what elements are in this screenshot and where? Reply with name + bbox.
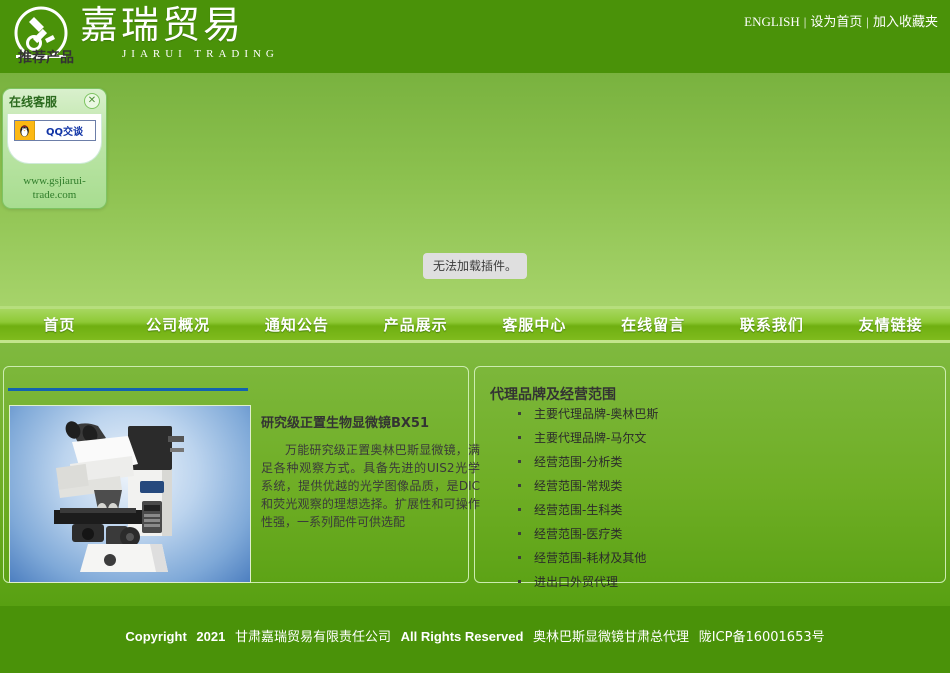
list-item[interactable]: 主要代理品牌-马尔文 (516, 426, 896, 450)
nav-item-home[interactable]: 首页 (0, 314, 119, 335)
widget-title: 在线客服 (9, 95, 58, 109)
list-item[interactable]: 经营范围-分析类 (516, 450, 896, 474)
footer-copyright: Copyright 2021 甘肃嘉瑞贸易有限责任公司 All Rights R… (0, 626, 950, 645)
brand-name-cn: 嘉瑞贸易 (80, 3, 245, 47)
link-separator-2: | (866, 14, 869, 29)
online-service-widget[interactable]: 在线客服 ✕ QQ交谈 www.gsjiarui- trade.com (2, 88, 107, 209)
footer-agency: 奥林巴斯显微镜甘肃总代理 (533, 630, 690, 645)
banner-area: 无法加载插件。 (0, 73, 950, 306)
brand-name-en: JIARUI TRADING (122, 48, 279, 60)
qq-chat-button[interactable]: QQ交谈 (13, 120, 96, 141)
nav-item-products[interactable]: 产品展示 (356, 314, 475, 335)
title-underline-bar (8, 388, 248, 391)
link-separator-1: | (803, 14, 807, 29)
brands-scope-title: 代理品牌及经营范围 (490, 387, 616, 403)
link-add-favorite[interactable]: 加入收藏夹 (873, 15, 938, 30)
top-links: ENGLISH | 设为首页 | 加入收藏夹 (744, 11, 938, 30)
list-item[interactable]: 经营范围-生科类 (516, 498, 896, 522)
nav-item-contact[interactable]: 联系我们 (713, 314, 832, 335)
list-item[interactable]: 经营范围-医疗类 (516, 522, 896, 546)
nav-item-notice[interactable]: 通知公告 (238, 314, 357, 335)
nav-item-service[interactable]: 客服中心 (475, 314, 594, 335)
footer-year: 2021 (196, 629, 226, 644)
footer-rights: All Rights Reserved (400, 629, 524, 644)
product-name[interactable]: 研究级正置生物显微镜BX51 (261, 415, 480, 433)
widget-url-line-2: trade.com (32, 189, 77, 201)
list-item[interactable]: 主要代理品牌-奥林巴斯 (516, 402, 896, 426)
plugin-error-message: 无法加载插件。 (423, 253, 528, 279)
footer-company: 甘肃嘉瑞贸易有限责任公司 (234, 630, 391, 645)
site-header: 嘉瑞贸易 JIARUI TRADING ENGLISH | 设为首页 | 加入收藏夹 (0, 0, 950, 73)
page-root: 嘉瑞贸易 JIARUI TRADING ENGLISH | 设为首页 | 加入收藏夹 无… (0, 0, 950, 673)
footer-copyright-word: Copyright (125, 629, 187, 644)
site-footer: Copyright 2021 甘肃嘉瑞贸易有限责任公司 All Rights R… (0, 606, 950, 673)
widget-url-line-1: www.gsjiarui- (23, 175, 86, 187)
microscope-photo[interactable] (9, 405, 251, 583)
footer-icp[interactable]: 陇ICP备16001653号 (699, 630, 825, 645)
close-icon[interactable]: ✕ (84, 93, 100, 109)
product-info: 研究级正置生物显微镜BX51 万能研究级正置奥林巴斯显微镜，满足各种观察方式。具… (261, 415, 480, 531)
link-set-homepage[interactable]: 设为首页 (810, 15, 862, 30)
qq-penguin-icon (14, 121, 35, 140)
main-navigation: 首页 公司概况 通知公告 产品展示 客服中心 在线留言 联系我们 友情链接 (0, 306, 950, 343)
list-item[interactable]: 经营范围-常规类 (516, 474, 896, 498)
widget-header: 在线客服 ✕ (3, 89, 106, 114)
nav-item-about[interactable]: 公司概况 (119, 314, 238, 335)
nav-item-message[interactable]: 在线留言 (594, 314, 713, 335)
list-item[interactable]: 经营范围-耗材及其他 (516, 546, 896, 570)
widget-website-url[interactable]: www.gsjiarui- trade.com (9, 174, 100, 202)
link-english[interactable]: ENGLISH (744, 14, 800, 29)
nav-item-links[interactable]: 友情链接 (831, 314, 950, 335)
recommended-products-title: 推荐产品 (18, 50, 74, 66)
qq-chat-label: QQ交谈 (45, 127, 83, 138)
featured-product[interactable]: 研究级正置生物显微镜BX51 万能研究级正置奥林巴斯显微镜，满足各种观察方式。具… (9, 405, 480, 590)
product-description: 万能研究级正置奥林巴斯显微镜，满足各种观察方式。具备先进的UIS2光学系统，提供… (261, 443, 480, 529)
brand-scope-list: 主要代理品牌-奥林巴斯 主要代理品牌-马尔文 经营范围-分析类 经营范围-常规类… (516, 402, 896, 594)
list-item[interactable]: 进出口外贸代理 (516, 570, 896, 594)
widget-body: QQ交谈 (7, 114, 102, 164)
